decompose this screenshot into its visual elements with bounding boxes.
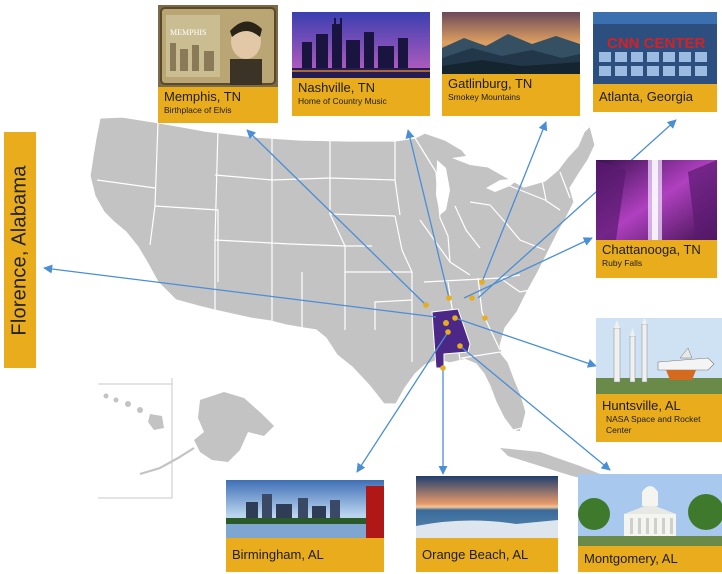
continental-us	[89, 116, 596, 433]
atlanta-caption: Atlanta, Georgia	[593, 84, 717, 112]
dot-memphis	[423, 302, 429, 308]
gatlinburg-title: Gatlinburg, TN	[448, 76, 533, 91]
cnn-center-sign: CNN CENTER	[607, 35, 706, 52]
orange-beach-caption: Orange Beach, AL	[416, 538, 558, 572]
chattanooga-subtitle: Ruby Falls	[602, 258, 643, 268]
city-skyline-night-photo	[292, 12, 430, 78]
huntsville-subtitle: NASA Space and Rocket Center	[606, 414, 701, 435]
nashville-caption: Nashville, TN Home of Country Music	[292, 78, 430, 116]
hawaii-inset	[98, 383, 172, 430]
svg-text:MEMPHIS: MEMPHIS	[170, 28, 206, 37]
florida	[459, 351, 527, 431]
gatlinburg-subtitle: Smokey Mountains	[448, 92, 521, 102]
nashville-title: Nashville, TN	[298, 80, 376, 95]
dot-birmingham	[445, 329, 451, 335]
dot-chattanooga	[469, 295, 475, 301]
gatlinburg-card: Gatlinburg, TN Smokey Mountains	[442, 12, 580, 116]
florence-alabama-label: Florence, Alabama	[4, 132, 36, 368]
memphis-card: MEMPHIS Memphis, TN Birthplace of Elvis	[158, 5, 278, 123]
cnn-center-photo: CNN CENTER	[593, 12, 717, 84]
chattanooga-caption: Chattanooga, TN Ruby Falls	[596, 240, 717, 278]
birmingham-card: Birmingham, AL	[226, 480, 384, 572]
montgomery-caption: Montgomery, AL	[578, 546, 722, 572]
atlanta-title: Atlanta, Georgia	[599, 89, 693, 104]
birmingham-caption: Birmingham, AL	[226, 538, 384, 572]
atlanta-card: CNN CENTER Atlanta, Georgia	[593, 12, 717, 112]
dot-montgomery	[457, 343, 463, 349]
nashville-subtitle: Home of Country Music	[298, 96, 387, 106]
dot-gatlinburg	[479, 279, 485, 285]
huntsville-card: Huntsville, AL NASA Space and Rocket Cen…	[596, 318, 722, 442]
gatlinburg-caption: Gatlinburg, TN Smokey Mountains	[442, 74, 580, 116]
memphis-title: Memphis, TN	[164, 89, 242, 104]
elvis-photo: MEMPHIS	[158, 5, 278, 87]
rockets-photo	[596, 318, 722, 394]
capitol-building-photo	[578, 474, 722, 546]
memphis-caption: Memphis, TN Birthplace of Elvis	[158, 87, 278, 123]
arrow-montgomery	[459, 345, 611, 471]
chattanooga-card: Chattanooga, TN Ruby Falls	[596, 160, 717, 278]
orange-beach-card: Orange Beach, AL	[416, 476, 558, 572]
birmingham-title: Birmingham, AL	[232, 547, 324, 562]
dot-orange-beach	[440, 365, 446, 371]
montgomery-card: Montgomery, AL	[578, 474, 722, 572]
nashville-card: Nashville, TN Home of Country Music	[292, 12, 430, 116]
beach-sunset-photo	[416, 476, 558, 538]
mountains-photo	[442, 12, 580, 74]
huntsville-caption: Huntsville, AL NASA Space and Rocket Cen…	[596, 394, 722, 442]
cave-waterfall-photo	[596, 160, 717, 240]
orange-beach-title: Orange Beach, AL	[422, 547, 529, 562]
dot-nashville	[446, 295, 452, 301]
city-skyline-photo	[226, 480, 384, 538]
alabama-logo-icon	[443, 320, 449, 326]
montgomery-title: Montgomery, AL	[584, 551, 678, 566]
side-label-text: Florence, Alabama	[8, 164, 31, 336]
dot-huntsville	[452, 315, 458, 321]
memphis-subtitle: Birthplace of Elvis	[164, 105, 232, 115]
huntsville-title: Huntsville, AL	[602, 398, 681, 413]
chattanooga-title: Chattanooga, TN	[602, 242, 701, 257]
dot-atlanta	[482, 315, 488, 321]
